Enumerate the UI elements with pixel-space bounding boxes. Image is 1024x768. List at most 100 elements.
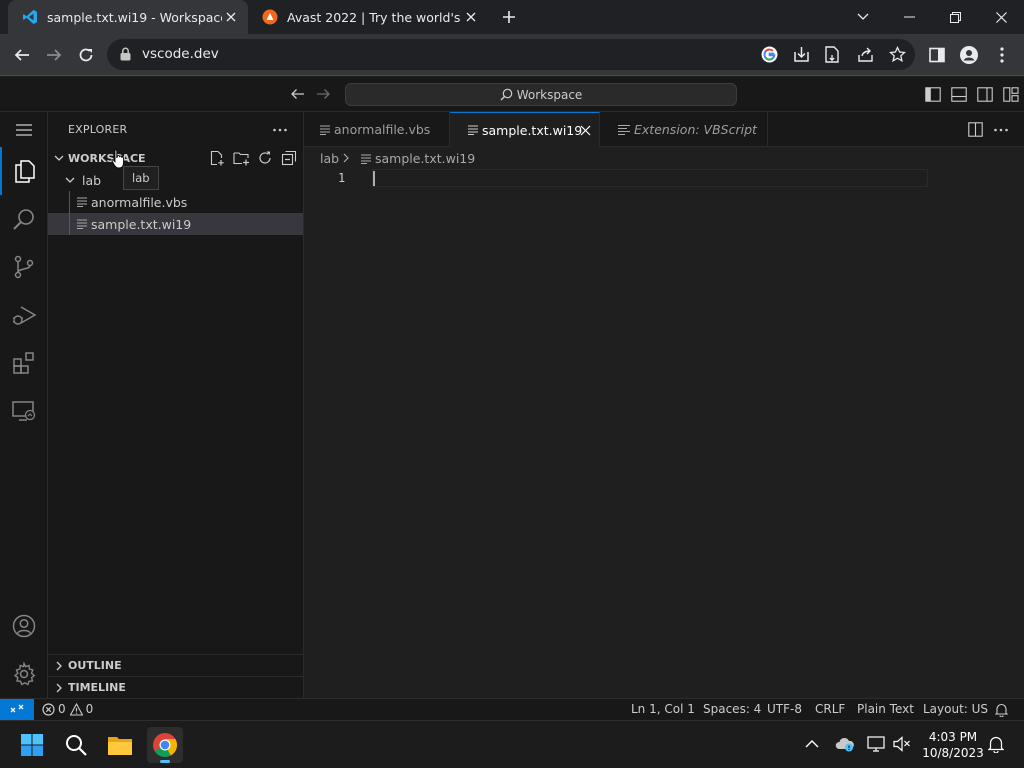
toggle-secondary-sidebar-button[interactable]: [977, 87, 993, 102]
bookmark-star-icon[interactable]: [889, 46, 906, 63]
address-bar[interactable]: vscode.dev: [107, 39, 915, 70]
browser-tab-vscode[interactable]: sample.txt.wi19 - Workspace - V: [8, 0, 248, 34]
breadcrumb-file[interactable]: sample.txt.wi19: [375, 151, 475, 166]
install-app-icon[interactable]: [793, 46, 810, 63]
refresh-explorer-button[interactable]: [257, 150, 273, 166]
taskbar-search-button[interactable]: [58, 727, 94, 763]
new-folder-button[interactable]: [233, 150, 250, 166]
explorer-more-actions-button[interactable]: [272, 122, 288, 138]
file-explorer-button[interactable]: [102, 727, 138, 763]
forward-button[interactable]: [41, 42, 67, 68]
activity-run-debug[interactable]: [0, 291, 48, 339]
search-icon: [500, 88, 513, 101]
current-line-highlight: [372, 169, 928, 187]
cursor-position[interactable]: Ln 1, Col 1: [631, 702, 695, 716]
browser-toolbar: vscode.dev: [0, 34, 1024, 76]
show-hidden-icons-button[interactable]: [805, 739, 819, 749]
chevron-right-icon: [342, 153, 350, 163]
chrome-menu-button[interactable]: [989, 42, 1015, 68]
language-mode[interactable]: Plain Text: [857, 702, 914, 716]
hover-tooltip: lab: [123, 166, 159, 190]
split-editor-button[interactable]: [968, 122, 983, 137]
activity-remote-explorer[interactable]: [0, 387, 48, 435]
active-app-indicator: [160, 760, 170, 763]
side-panel-icon: [929, 47, 945, 63]
new-file-button[interactable]: [209, 150, 225, 166]
toggle-primary-sidebar-button[interactable]: [925, 87, 941, 102]
new-tab-button[interactable]: [497, 7, 521, 27]
activity-search[interactable]: [0, 195, 48, 243]
editor-tab-extension[interactable]: Extension: VBScript: [600, 112, 768, 147]
chevron-up-icon: [805, 740, 819, 748]
side-panel-button[interactable]: [924, 42, 950, 68]
close-tab-button[interactable]: [580, 125, 591, 136]
eol-setting[interactable]: CRLF: [815, 702, 845, 716]
activity-explorer[interactable]: [0, 147, 48, 195]
editor-tab-anormalfile[interactable]: anormalfile.vbs: [304, 112, 450, 147]
file-icon[interactable]: [825, 46, 840, 63]
indentation-setting[interactable]: Spaces: 4: [703, 702, 761, 716]
profile-button[interactable]: [956, 42, 982, 68]
folder-label: lab: [82, 172, 102, 188]
share-icon[interactable]: [857, 46, 874, 63]
remote-indicator-button[interactable]: [0, 699, 34, 721]
go-back-button[interactable]: [290, 87, 305, 101]
customize-layout-button[interactable]: [1003, 87, 1019, 102]
editor-tab-label: anormalfile.vbs: [334, 122, 431, 137]
onedrive-icon[interactable]: [835, 736, 855, 752]
command-center[interactable]: Workspace: [345, 83, 737, 106]
minimize-button[interactable]: [886, 0, 932, 34]
problems-indicator[interactable]: 0 0: [42, 702, 93, 716]
activity-accounts[interactable]: [0, 602, 48, 650]
activity-manage[interactable]: [0, 650, 48, 698]
browser-tab-avast[interactable]: Avast 2022 | Try the world's mos: [248, 0, 488, 34]
new-file-icon: [210, 150, 224, 166]
back-button[interactable]: [9, 42, 35, 68]
editor-tab-sample[interactable]: sample.txt.wi19: [450, 112, 600, 147]
workspace-section-header[interactable]: WORKSPACE: [48, 147, 303, 169]
text-file-icon: [361, 154, 371, 164]
keyboard-layout[interactable]: Layout: US: [923, 702, 988, 716]
start-button[interactable]: [14, 727, 50, 763]
text-file-icon: [320, 125, 330, 135]
go-forward-button[interactable]: [316, 87, 331, 101]
folder-item-lab[interactable]: lab: [48, 169, 303, 191]
avast-icon: [262, 9, 278, 25]
file-item-anormalfile[interactable]: anormalfile.vbs: [48, 191, 303, 213]
reload-button[interactable]: [73, 42, 99, 68]
close-icon[interactable]: [462, 8, 480, 26]
google-icon[interactable]: [761, 46, 778, 63]
text-file-icon: [468, 125, 478, 135]
notifications-button[interactable]: [995, 703, 1008, 717]
chrome-taskbar-button[interactable]: [147, 727, 183, 763]
warning-count: 0: [85, 702, 94, 716]
bell-icon: [988, 736, 1004, 753]
vscode-title-bar: Workspace: [0, 77, 1024, 112]
notification-center-button[interactable]: [988, 736, 1004, 753]
file-item-sample[interactable]: sample.txt.wi19: [48, 213, 303, 235]
editor-more-actions-button[interactable]: [993, 122, 1009, 138]
collapse-folders-button[interactable]: [281, 150, 297, 166]
command-center-label: Workspace: [516, 87, 583, 102]
encoding-setting[interactable]: UTF-8: [767, 702, 802, 716]
chrome-icon: [153, 733, 178, 757]
activity-extensions[interactable]: [0, 339, 48, 387]
volume-muted-icon[interactable]: [893, 736, 911, 752]
outline-section-header[interactable]: OUTLINE: [48, 654, 303, 676]
tab-search-button[interactable]: [840, 0, 886, 34]
taskbar-clock[interactable]: 4:03 PM 10/8/2023: [918, 729, 988, 761]
editor-tab-label: sample.txt.wi19: [482, 122, 583, 138]
close-icon[interactable]: [222, 8, 240, 26]
toggle-panel-button[interactable]: [951, 87, 967, 102]
workspace-label: WORKSPACE: [68, 151, 146, 165]
lock-icon[interactable]: [120, 47, 131, 61]
timeline-section-header[interactable]: TIMELINE: [48, 676, 303, 698]
restore-button[interactable]: [932, 0, 978, 34]
close-window-button[interactable]: [978, 0, 1024, 34]
status-bar: 0 0 Ln 1, Col 1 Spaces: 4 UTF-8 CRLF Pla…: [0, 698, 1024, 721]
breadcrumb-folder[interactable]: lab: [320, 151, 339, 166]
browser-tab-title: Avast 2022 | Try the world's mos: [287, 9, 462, 25]
activity-source-control[interactable]: [0, 243, 48, 291]
editor-area[interactable]: lab sample.txt.wi19 1: [304, 147, 1024, 698]
display-icon[interactable]: [867, 736, 885, 752]
